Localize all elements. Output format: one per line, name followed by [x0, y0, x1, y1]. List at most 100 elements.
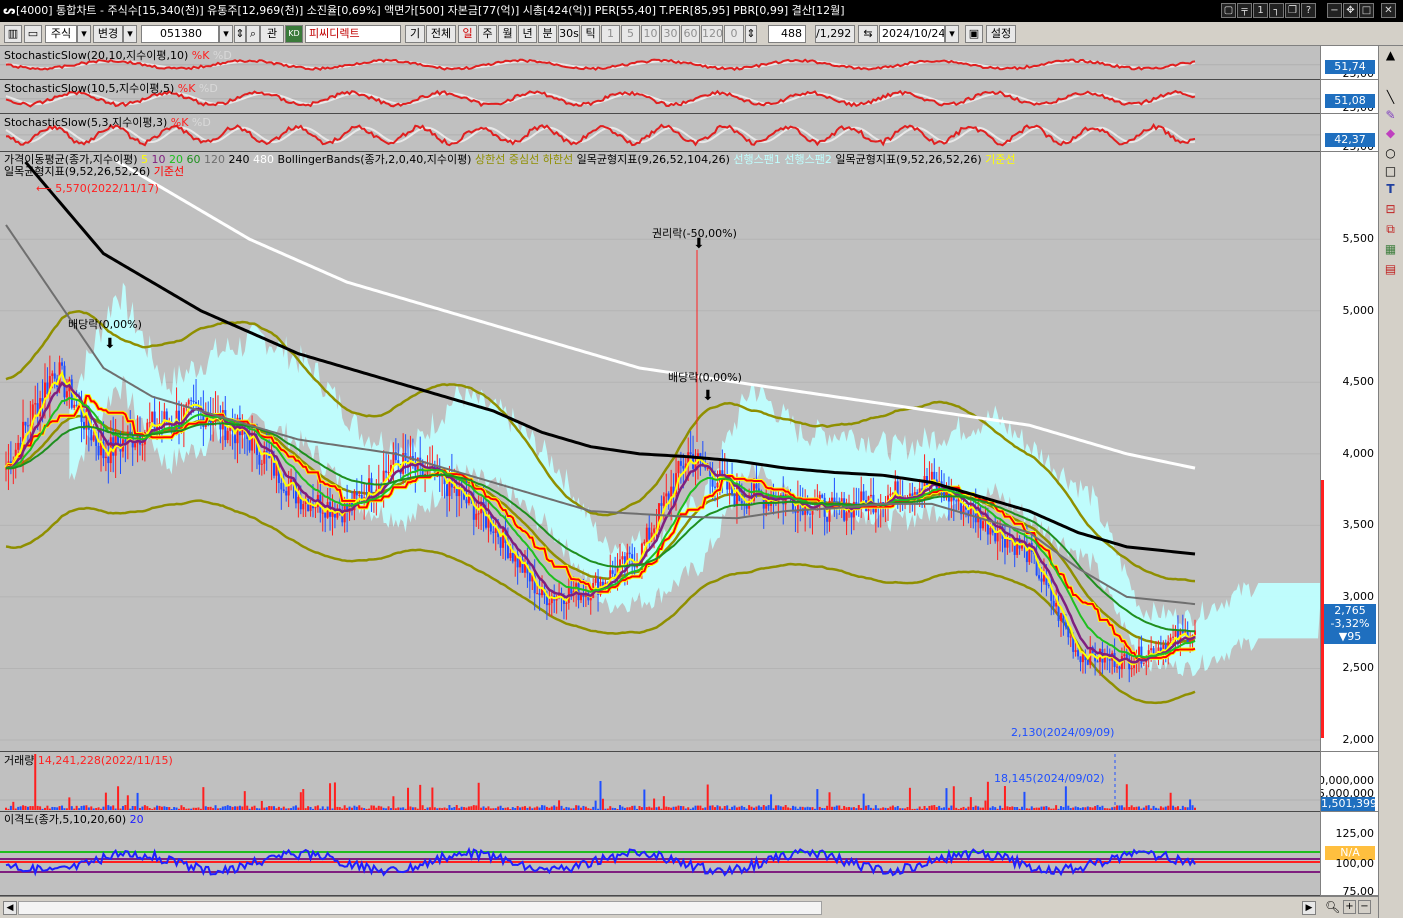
interval-10[interactable]: 10 — [641, 25, 660, 43]
volume-bar — [833, 806, 836, 810]
interval-120[interactable]: 120 — [701, 25, 723, 43]
volume-bar — [543, 805, 546, 810]
copy-tool-icon[interactable]: ⧉ — [1383, 222, 1398, 237]
pin-icon[interactable]: ╤ — [1237, 3, 1252, 18]
refresh-icon[interactable]: ⇆ — [858, 25, 878, 43]
candle-body — [385, 470, 388, 473]
date-input[interactable]: 2024/10/24 — [879, 25, 945, 43]
layout1-icon[interactable]: 1 — [1253, 3, 1268, 18]
market-select[interactable]: 주식 — [45, 25, 77, 43]
axis-tick: 100,00 — [1335, 857, 1375, 870]
volume-bar — [772, 808, 775, 810]
volume-bar — [1079, 807, 1082, 810]
interval-5[interactable]: 5 — [621, 25, 640, 43]
zoom-in-icon[interactable]: + — [1343, 900, 1356, 914]
eraser-tool-icon[interactable]: ◆ — [1383, 126, 1398, 141]
maximize-icon[interactable]: □ — [1359, 3, 1374, 18]
interval-60[interactable]: 60 — [681, 25, 700, 43]
volume-bar — [536, 806, 539, 810]
collapse-icon[interactable]: ▲ — [1383, 48, 1398, 63]
volume-bar — [1052, 808, 1055, 810]
help-icon[interactable]: ? — [1301, 3, 1316, 18]
window-title: [4000] 통합차트 - 주식수[15,340(천)] 유통주[12,969(… — [16, 4, 845, 17]
volume-bar — [938, 805, 941, 810]
period-month[interactable]: 월 — [498, 25, 517, 43]
spin-icon[interactable]: ⇕ — [745, 25, 757, 43]
scroll-thumb[interactable] — [18, 901, 822, 915]
chevron-down-icon[interactable]: ▾ — [77, 25, 91, 43]
save-icon[interactable]: ▣ — [965, 25, 983, 43]
period-day[interactable]: 일 — [458, 25, 477, 43]
zero-field[interactable]: 0 — [724, 25, 744, 43]
volume-bar — [531, 808, 534, 810]
screen-icon[interactable]: ▭ — [24, 25, 42, 43]
chevron-down-icon[interactable]: ▾ — [219, 25, 233, 43]
volume-bar — [341, 808, 344, 810]
rectangle-tool-icon[interactable]: □ — [1383, 164, 1398, 179]
all-button[interactable]: 전체 — [426, 25, 456, 43]
ruler-tool-icon[interactable]: ⊟ — [1383, 202, 1398, 217]
zoom-out-icon[interactable]: − — [1358, 900, 1371, 914]
minimize-icon[interactable]: − — [1327, 3, 1342, 18]
layout2-icon[interactable]: ┐ — [1269, 3, 1284, 18]
interval-1[interactable]: 1 — [601, 25, 620, 43]
period-30s[interactable]: 30s — [558, 25, 580, 43]
chart-toolbar: ▥ ▭ 주식 ▾ 변경 ▾ 051380 ▾ ⇕ ⌕ 관 KD 피씨디렉트 기 … — [0, 22, 1403, 46]
code-input[interactable]: 051380 — [141, 25, 219, 43]
period-tick[interactable]: 틱 — [581, 25, 600, 43]
volume-bar — [263, 807, 266, 810]
volume-bar — [68, 797, 71, 810]
candle-body — [97, 445, 100, 456]
disparity-pane[interactable]: 이격도(종가,5,10,20,60) 20 — [0, 812, 1320, 896]
volume-pane[interactable]: 거래량 14,241,228(2022/11/15) 18,145(2024/0… — [0, 752, 1320, 812]
stochastic-pane-1[interactable]: StochasticSlow(20,10,지수이평,10) %K %D — [0, 46, 1320, 80]
stochastic-pane-2[interactable]: StochasticSlow(10,5,지수이평,5) %K %D — [0, 80, 1320, 114]
name-button[interactable]: 관 — [260, 25, 284, 43]
volume-bar — [1145, 805, 1148, 810]
scroll-right-icon[interactable]: ▶ — [1302, 901, 1316, 915]
volume-bar — [219, 808, 222, 810]
ellipse-tool-icon[interactable]: ○ — [1383, 146, 1398, 161]
volume-bar — [207, 806, 210, 810]
interval-30[interactable]: 30 — [661, 25, 680, 43]
move-icon[interactable]: ✥ — [1343, 3, 1358, 18]
image-tool-icon[interactable]: ▦ — [1383, 242, 1398, 257]
mode-select[interactable]: 변경 — [93, 25, 123, 43]
copy-icon[interactable]: ❐ — [1285, 3, 1300, 18]
grid-tool-icon[interactable]: ▤ — [1383, 262, 1398, 277]
text-tool-icon[interactable]: T — [1383, 182, 1398, 197]
volume-bar — [1064, 786, 1067, 810]
candle-body — [248, 439, 251, 451]
chevron-down-icon[interactable]: ▾ — [123, 25, 137, 43]
gi-button[interactable]: 기 — [405, 25, 425, 43]
pen-tool-icon[interactable]: ✎ — [1383, 108, 1398, 123]
volume-bar — [755, 806, 758, 810]
close-icon[interactable]: ✕ — [1381, 3, 1396, 18]
zoom-icon[interactable]: 🔍︎ — [1325, 900, 1340, 914]
chart-type-icon[interactable]: ▥ — [4, 25, 22, 43]
candle-body — [355, 492, 358, 496]
volume-bar — [1081, 807, 1084, 810]
candle-body — [653, 528, 656, 533]
price-pane[interactable]: ⬇ ⬇ ⬇ 가격이동평균(종가,지수이평) 5 10 20 60 120 240 4… — [0, 152, 1322, 752]
period-year[interactable]: 년 — [518, 25, 537, 43]
count-input[interactable]: 488 — [768, 25, 806, 43]
settings-button[interactable]: 설정 — [986, 25, 1016, 43]
spin-icon[interactable]: ⇕ — [234, 25, 246, 43]
volume-bar — [58, 806, 61, 810]
restore-icon[interactable]: ▢ — [1221, 3, 1236, 18]
period-minute[interactable]: 분 — [538, 25, 557, 43]
search-icon[interactable]: ⌕ — [246, 25, 260, 43]
volume-bar — [899, 808, 902, 810]
volume-bar — [448, 805, 451, 810]
stochastic-pane-3[interactable]: StochasticSlow(5,3,지수이평,3) %K %D — [0, 114, 1320, 152]
volume-bar — [826, 805, 829, 810]
volume-bar — [185, 808, 188, 810]
line-tool-icon[interactable]: ╲ — [1383, 90, 1398, 105]
scroll-left-icon[interactable]: ◀ — [3, 901, 17, 915]
stock-name-field[interactable]: 피씨디렉트 — [305, 25, 401, 43]
chart-scrollbar[interactable]: ◀ ▶ 🔍︎ + − — [0, 896, 1378, 918]
period-week[interactable]: 주 — [478, 25, 497, 43]
chevron-down-icon[interactable]: ▾ — [945, 25, 959, 43]
candle-body — [446, 484, 449, 497]
